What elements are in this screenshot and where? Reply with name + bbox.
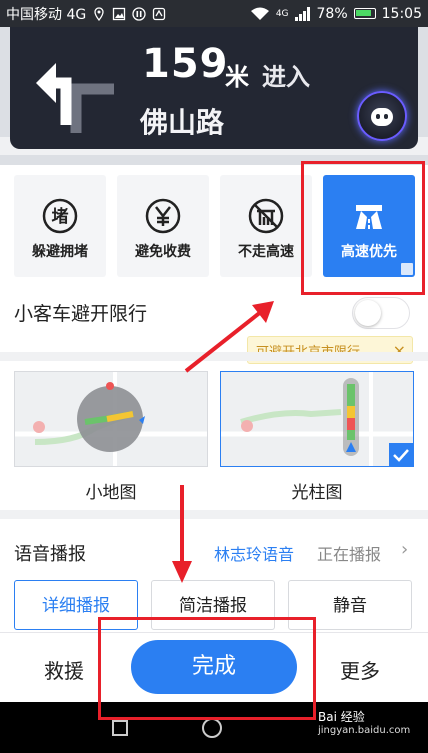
location-icon (94, 6, 104, 21)
navigation-guidance-card: 159 米 进入 佛山路 (10, 27, 418, 149)
congestion-icon: 堵 (42, 198, 78, 234)
pause-icon (132, 6, 146, 21)
watermark-text: Bai 经验 (318, 710, 365, 724)
network-type: 4G (275, 8, 289, 19)
voice-status: 正在播报 (317, 545, 382, 564)
battery-percent: 78% (316, 5, 348, 22)
yen-icon (145, 198, 181, 234)
signal-icon (294, 6, 310, 21)
distance-unit: 米 (225, 63, 249, 91)
turn-left-icon (36, 63, 114, 133)
no-highway-icon (248, 198, 284, 234)
road-name: 佛山路 (140, 106, 225, 139)
avoid-restriction-label: 小客车避开限行 (14, 303, 148, 325)
route-pref-label: 躲避拥堵 (32, 244, 88, 260)
rescue-button[interactable]: 救援 (44, 655, 84, 684)
assistant-face-icon (371, 108, 393, 126)
watermark-url: jingyan.baidu.com (318, 725, 411, 736)
route-pref-label: 避免收费 (135, 244, 191, 260)
voice-section-label: 语音播报 (14, 544, 86, 565)
home-icon[interactable] (202, 718, 222, 738)
selected-check-icon (389, 443, 413, 467)
annotation-arrows (172, 301, 274, 583)
image-icon (113, 7, 126, 20)
voice-mode-label: 详细播报 (42, 596, 110, 616)
carrier-label: 中国移动 4G (6, 6, 87, 23)
battery-icon (353, 8, 376, 19)
toggle-knob (355, 300, 381, 326)
route-pref-label: 不走高速 (238, 244, 294, 260)
more-button[interactable]: 更多 (340, 655, 380, 684)
voice-mode-label: 简洁播报 (179, 596, 247, 616)
annotation-box-highway (301, 161, 425, 295)
avoid-restriction-toggle[interactable] (352, 297, 410, 329)
status-bar: 中国移动 4G 4G 78% 15:05 (0, 0, 428, 27)
annotation-box-done (98, 617, 316, 720)
route-pref-no-highway[interactable]: 不走高速 (220, 175, 312, 277)
turn-action: 进入 (262, 63, 310, 91)
clock: 15:05 (381, 5, 422, 22)
route-pref-avoid-toll[interactable]: 避免收费 (117, 175, 209, 277)
voice-assistant-button[interactable] (357, 91, 407, 141)
app-icon (153, 7, 166, 20)
wifi-icon (250, 7, 269, 20)
route-pref-avoid-congestion[interactable]: 堵 躲避拥堵 (14, 175, 106, 277)
turn-distance: 159 (142, 41, 229, 87)
voice-mode-label: 静音 (333, 596, 367, 616)
baidu-watermark: Bai 经验 jingyan.baidu.com (318, 708, 410, 736)
svg-text:堵: 堵 (52, 207, 69, 227)
recent-apps-icon[interactable] (112, 720, 128, 736)
chevron-right-icon[interactable]: › (401, 539, 408, 560)
